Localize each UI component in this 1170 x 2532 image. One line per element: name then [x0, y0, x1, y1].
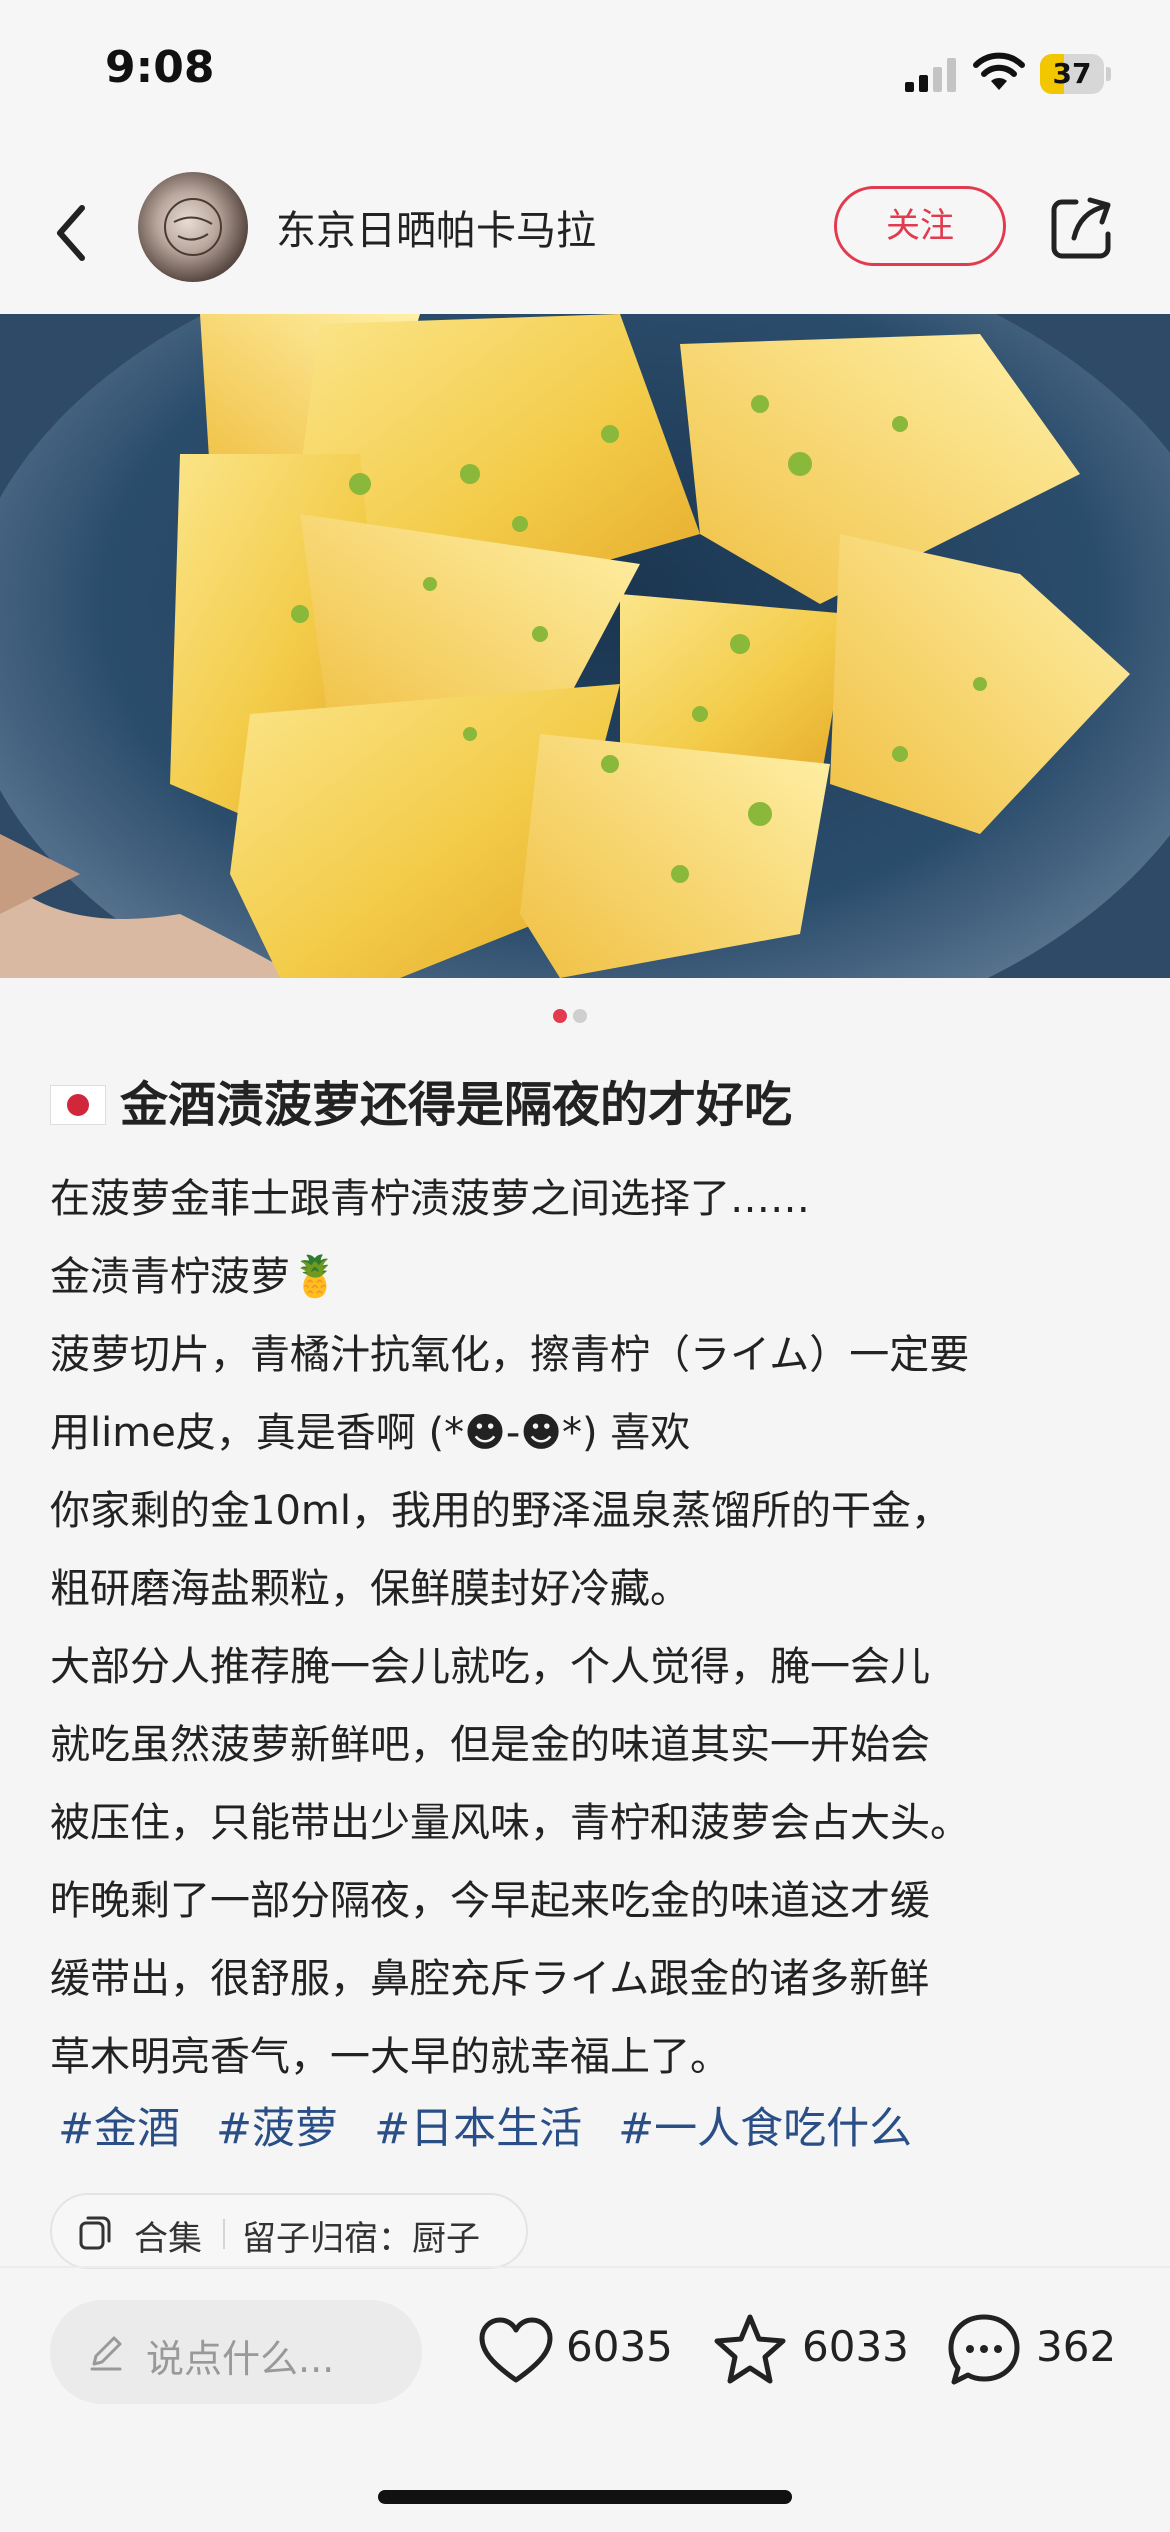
post-body: 在菠萝金菲士跟青柠渍菠萝之间选择了…… 金渍青柠菠萝🍍 菠萝切片，青橘汁抗氧化，擦青… — [50, 1160, 1130, 2096]
home-indicator[interactable] — [378, 2490, 792, 2504]
post-body-line: 用lime皮，真是香啊 (*☻-☻*) 喜欢 — [50, 1410, 691, 1456]
carousel-dot-active — [553, 1009, 567, 1023]
post-body-line: 就吃虽然菠萝新鲜吧，但是金的味道其实一开始会 — [50, 1722, 930, 1768]
post-body-line: 被压住，只能带出少量风味，青柠和菠萝会占大头。 — [50, 1800, 970, 1846]
share-icon[interactable] — [1050, 196, 1114, 260]
like-count: 6035 — [566, 2322, 673, 2371]
post-body-line: 粗研磨海盐颗粒，保鲜膜封好冷藏。 — [50, 1566, 690, 1612]
collection-icon — [79, 2216, 111, 2250]
comment-input[interactable]: 说点什么... — [50, 2300, 422, 2404]
collection-chip[interactable]: 合集 留子归宿：厨子 — [50, 2193, 528, 2269]
comment-placeholder: 说点什么... — [146, 2337, 335, 2381]
japan-flag-icon — [50, 1085, 106, 1125]
avatar-sketch-icon — [164, 198, 222, 256]
avatar[interactable] — [138, 172, 248, 282]
post-body-line: 昨晚剩了一部分隔夜，今早起来吃金的味道这才缓 — [50, 1878, 930, 1924]
post-body-line: 草木明亮香气，一大早的就幸福上了。 — [50, 2034, 730, 2080]
hashtag-link[interactable]: #菠萝 — [216, 2104, 338, 2154]
status-time: 9:08 — [105, 42, 215, 93]
carousel-indicator — [553, 1008, 593, 1024]
star-count: 6033 — [802, 2322, 909, 2371]
post-body-line: 你家剩的金10ml，我用的野泽温泉蒸馏所的干金， — [50, 1488, 951, 1534]
pineapple-bowl-image — [0, 314, 1170, 978]
pencil-icon — [90, 2336, 122, 2371]
hashtag-link[interactable]: #日本生活 — [374, 2104, 582, 2154]
cellular-signal-icon — [905, 58, 956, 92]
battery-indicator: 37 — [1040, 54, 1112, 94]
hashtag-link[interactable]: #一人食吃什么 — [618, 2104, 912, 2154]
collection-label: 合集 — [134, 2219, 202, 2259]
post-body-line: 大部分人推荐腌一会儿就吃，个人觉得，腌一会儿 — [50, 1644, 930, 1690]
battery-cap — [1106, 67, 1111, 81]
bottom-bar-divider — [0, 2266, 1170, 2268]
post-tags: #金酒 #菠萝 #日本生活 #一人食吃什么 — [58, 2094, 948, 2156]
comment-icon[interactable] — [946, 2312, 1022, 2388]
username[interactable]: 东京日晒帕卡马拉 — [276, 198, 596, 256]
star-icon[interactable] — [712, 2312, 788, 2388]
follow-button[interactable]: 关注 — [834, 186, 1006, 266]
post-body-line: 缓带出，很舒服，鼻腔充斥ライム跟金的诸多新鲜 — [50, 1956, 930, 2002]
chevron-left-icon[interactable] — [48, 198, 96, 268]
collection-title: 留子归宿：厨子 — [242, 2219, 480, 2259]
post-body-line: 在菠萝金菲士跟青柠渍菠萝之间选择了…… — [50, 1176, 810, 1222]
heart-icon[interactable] — [478, 2316, 554, 2386]
comment-count: 362 — [1036, 2322, 1117, 2371]
battery-icon: 37 — [1040, 54, 1104, 94]
post-photo[interactable] — [0, 314, 1170, 978]
wifi-icon — [973, 52, 1025, 90]
hashtag-link[interactable]: #金酒 — [58, 2104, 180, 2154]
collection-divider — [223, 2219, 225, 2249]
post-body-line: 菠萝切片，青橘汁抗氧化，擦青柠（ライム）一定要 — [50, 1332, 970, 1378]
carousel-dot — [573, 1009, 587, 1023]
status-bar: 9:08 37 — [0, 0, 1170, 150]
battery-level: 37 — [1052, 57, 1092, 90]
post-header: 东京日晒帕卡马拉 关注 — [0, 150, 1170, 314]
post-body-line: 金渍青柠菠萝🍍 — [50, 1254, 340, 1300]
post-title-text: 金酒渍菠萝还得是隔夜的才好吃 — [120, 1077, 793, 1133]
post-title: 金酒渍菠萝还得是隔夜的才好吃 — [50, 1065, 1130, 1135]
